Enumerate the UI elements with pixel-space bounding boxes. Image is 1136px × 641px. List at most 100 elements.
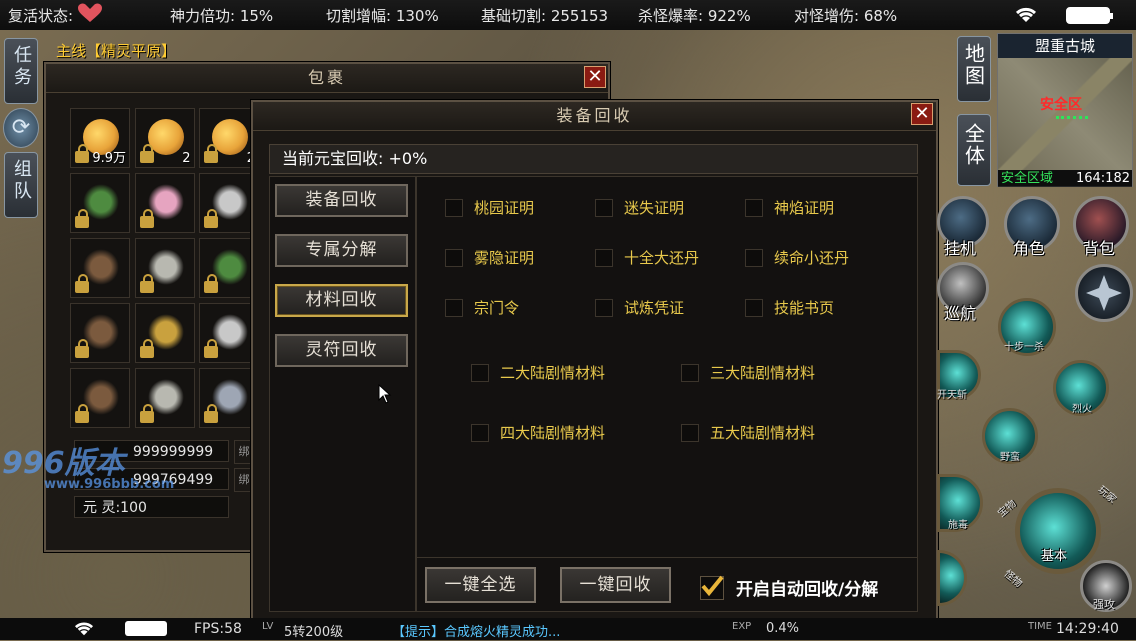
gold-ingot-icon bbox=[147, 119, 184, 155]
item-checkbox[interactable]: 五大陆剧情材料 bbox=[681, 422, 815, 443]
bag-slot[interactable] bbox=[199, 173, 259, 233]
item-checkbox[interactable]: 技能书页 bbox=[745, 297, 834, 318]
item-checkbox[interactable]: 十全大还丹 bbox=[595, 247, 699, 268]
item-label: 续命小还丹 bbox=[774, 249, 850, 267]
checkbox[interactable] bbox=[745, 298, 763, 317]
checkbox[interactable] bbox=[681, 423, 699, 442]
lock-icon bbox=[75, 144, 89, 163]
all-button[interactable]: 全体 bbox=[957, 114, 991, 186]
bag-close-button[interactable]: ✕ bbox=[584, 66, 606, 88]
slot-count: 9.9万 bbox=[92, 151, 126, 166]
main-quest-label[interactable]: 主线【精灵平原】 bbox=[56, 40, 176, 61]
bracelet-icon bbox=[83, 184, 119, 220]
item-checkbox[interactable]: 四大陆剧情材料 bbox=[471, 422, 605, 443]
menu-talisman-recycle[interactable]: 灵符回收 bbox=[275, 334, 408, 367]
quest-tab-label: 任务 bbox=[11, 45, 32, 89]
bag-slot[interactable] bbox=[70, 238, 130, 298]
checkbox[interactable] bbox=[595, 248, 613, 267]
fps-label: FPS:58 bbox=[194, 621, 242, 637]
item-checkbox[interactable]: 试炼凭证 bbox=[595, 297, 684, 318]
refresh-icon: ⟳ bbox=[11, 115, 31, 140]
checkbox[interactable] bbox=[445, 198, 463, 217]
bag-title: 包裹 bbox=[46, 64, 608, 93]
item-label: 宗门令 bbox=[474, 299, 520, 317]
bag-slot[interactable] bbox=[134, 238, 195, 298]
menu-material-recycle[interactable]: 材料回收 bbox=[275, 284, 408, 317]
skill-ten-steps-label: 十步一杀 bbox=[1004, 342, 1044, 353]
item-checkbox[interactable]: 桃园证明 bbox=[445, 197, 534, 218]
bag-slot[interactable] bbox=[199, 303, 259, 363]
slot-count: 2 bbox=[182, 151, 191, 166]
bag-slot[interactable] bbox=[70, 303, 130, 363]
bag-slot[interactable] bbox=[199, 238, 259, 298]
checkbox[interactable] bbox=[745, 248, 763, 267]
item-checkbox[interactable]: 雾隐证明 bbox=[445, 247, 534, 268]
minimap-footer: 安全区域 164:182 bbox=[998, 170, 1132, 187]
bag-slot[interactable]: 9.9万 bbox=[70, 108, 130, 168]
base-cut-stat: 基础切割: 255153 bbox=[481, 7, 609, 25]
checkbox[interactable] bbox=[445, 248, 463, 267]
bag-slot[interactable] bbox=[199, 368, 259, 428]
lock-icon bbox=[139, 209, 154, 228]
recycle-close-button[interactable]: ✕ bbox=[911, 103, 933, 125]
auto-recycle-toggle[interactable]: 开启自动回收/分解 bbox=[700, 575, 878, 600]
lock-icon bbox=[139, 274, 154, 293]
revive-label: 复活状态: bbox=[8, 7, 74, 25]
bag-slot[interactable] bbox=[134, 303, 195, 363]
bag-slot[interactable]: 2 bbox=[134, 108, 195, 168]
auto-recycle-label: 开启自动回收/分解 bbox=[736, 580, 879, 600]
bag-slot[interactable] bbox=[70, 173, 130, 233]
boots-icon bbox=[83, 379, 119, 415]
ring-icon bbox=[212, 379, 248, 415]
sword-icon bbox=[147, 249, 184, 285]
toolbar-treasure[interactable]: 宝物 bbox=[994, 495, 1018, 519]
time-value: 14:29:40 bbox=[1056, 621, 1119, 637]
bag-slot[interactable] bbox=[134, 368, 195, 428]
strong-attack-label: 强攻 bbox=[1093, 598, 1115, 611]
heart-icon bbox=[78, 3, 102, 23]
item-checkbox[interactable]: 三大陆剧情材料 bbox=[681, 362, 815, 383]
minimap[interactable]: 盟重古城 安全区 安全区域 164:182 bbox=[997, 33, 1133, 187]
item-checkbox[interactable]: 迷失证明 bbox=[595, 197, 684, 218]
checkbox[interactable] bbox=[595, 198, 613, 217]
item-checkbox[interactable]: 神焰证明 bbox=[745, 197, 834, 218]
checkbox[interactable] bbox=[595, 298, 613, 317]
boots-icon bbox=[83, 314, 119, 350]
refresh-button[interactable]: ⟳ bbox=[3, 108, 39, 148]
bag-slot[interactable] bbox=[70, 368, 130, 428]
sword-icon bbox=[147, 379, 184, 415]
lock-icon bbox=[139, 339, 154, 358]
checkbox[interactable] bbox=[445, 298, 463, 317]
wifi-icon bbox=[1013, 4, 1039, 28]
yuanling-field: 元 灵:100 bbox=[74, 496, 229, 518]
skill-partial[interactable] bbox=[937, 550, 967, 606]
item-checkbox[interactable]: 宗门令 bbox=[445, 297, 519, 318]
item-checkbox[interactable]: 续命小还丹 bbox=[745, 247, 849, 268]
watermark-url: www.996bbb.com bbox=[44, 477, 175, 492]
item-checkbox[interactable]: 二大陆剧情材料 bbox=[471, 362, 605, 383]
skill-savage-label: 野蛮 bbox=[1000, 452, 1020, 463]
boots-icon bbox=[83, 249, 119, 285]
auto-recycle-checkbox[interactable] bbox=[700, 575, 724, 600]
menu-exclusive-decompose[interactable]: 专属分解 bbox=[275, 234, 408, 267]
select-all-button[interactable]: 一键全选 bbox=[425, 567, 536, 603]
checkbox[interactable] bbox=[745, 198, 763, 217]
map-button[interactable]: 地图 bbox=[957, 36, 991, 102]
compass-icon bbox=[1086, 275, 1122, 311]
checkbox[interactable] bbox=[471, 423, 489, 442]
tip-message: 【提示】合成熔火精灵成功... bbox=[392, 625, 561, 640]
target-lock-button[interactable] bbox=[1075, 264, 1133, 322]
checkbox[interactable] bbox=[471, 363, 489, 382]
toolbar-player[interactable]: 玩家 bbox=[1096, 481, 1121, 505]
bag-slot[interactable]: 2 bbox=[199, 108, 259, 168]
recycle-all-button[interactable]: 一键回收 bbox=[560, 567, 671, 603]
toolbar-monster[interactable]: 怪物 bbox=[1002, 565, 1027, 589]
check-icon bbox=[701, 575, 724, 596]
item-label: 迷失证明 bbox=[624, 199, 685, 217]
team-tab[interactable]: 组队 bbox=[4, 152, 38, 218]
quest-tab[interactable]: 任务 bbox=[4, 38, 38, 104]
bag-slot[interactable] bbox=[134, 173, 195, 233]
checkbox[interactable] bbox=[681, 363, 699, 382]
menu-equip-recycle[interactable]: 装备回收 bbox=[275, 184, 408, 217]
team-tab-label: 组队 bbox=[11, 159, 32, 203]
